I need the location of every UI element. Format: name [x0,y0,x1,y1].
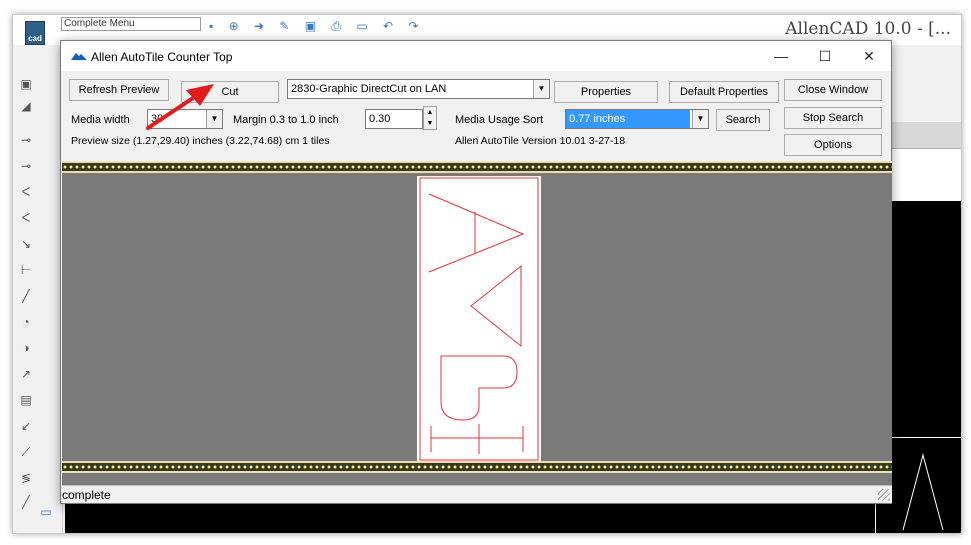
side-panel [889,122,961,148]
quick-access-toolbar-icons[interactable]: ▪ ⊕ ➜ ✎ ▣ ⎙ ▭ ↶ ↷ [209,19,424,34]
preview-tile [417,176,541,462]
app-logo-icon: cad [25,21,45,45]
tool-icon[interactable]: ≶ [19,471,33,485]
cut-button[interactable]: Cut [181,81,279,103]
tool-icon[interactable]: ▤ [19,393,33,407]
menu-combo[interactable]: Complete Menu [61,17,201,31]
spin-down-icon[interactable]: ▼ [424,118,436,129]
margin-input[interactable]: 0.30 [365,109,423,129]
margin-value: 0.30 [369,113,391,125]
media-usage-sort-label: Media Usage Sort [455,114,544,126]
media-width-select[interactable]: 30 ▼ [147,109,223,129]
search-button[interactable]: Search [716,109,770,131]
tool-icon[interactable]: ⊸ [19,133,33,147]
tool-icon[interactable]: ᐸ [19,211,33,225]
canvas-drawing [902,453,944,531]
spin-up-icon[interactable]: ▲ [424,107,436,118]
tool-icon[interactable]: ▭ [39,505,53,519]
tool-icon[interactable]: ╱ [19,495,33,509]
refresh-preview-button[interactable]: Refresh Preview [69,79,169,101]
close-window-button[interactable]: Close Window [784,79,882,101]
close-button[interactable]: ✕ [849,43,889,69]
dialog-title: Allen AutoTile Counter Top [91,50,233,64]
tool-icon[interactable]: ↘ [19,237,33,251]
left-toolbox: ▣ ◢ ⊸ ⊸ ᐸ ᐸ ↘ ⊢ ╱ ◔ ◑ ↗ ▤ ↙ ⟋ ≶ ╱ ▭ [13,75,63,533]
dropdown-arrow-icon[interactable]: ▼ [533,80,549,98]
cut-outline-graphic [419,177,539,461]
tool-icon[interactable]: ⟋ [19,445,33,459]
media-width-value: 30 [151,113,164,125]
maximize-button[interactable]: ☐ [805,43,845,69]
tool-icon[interactable]: ╱ [19,289,33,303]
status-bar: complete [62,485,892,503]
tool-icon[interactable]: ◢ [19,99,33,113]
minimize-button[interactable]: — [761,43,801,69]
tool-icon[interactable]: ᐸ [19,185,33,199]
tool-icon[interactable]: ↗ [19,367,33,381]
autotile-icon [71,53,87,60]
tool-icon[interactable]: ◔ [19,315,33,329]
margin-label: Margin 0.3 to 1.0 inch [233,114,339,126]
tool-icon[interactable]: ↙ [19,419,33,433]
dropdown-arrow-icon[interactable]: ▼ [206,110,222,128]
tool-icon[interactable]: ◑ [19,341,33,355]
default-properties-button[interactable]: Default Properties [669,81,779,103]
preview-size-text: Preview size (1.27,29.40) inches (3.22,7… [71,135,330,147]
media-usage-sort-select[interactable]: 0.77 inches ▼ [565,109,709,129]
version-text: Allen AutoTile Version 10.01 3-27-18 [455,135,626,147]
media-width-label: Media width [71,114,130,126]
options-button[interactable]: Options [784,134,882,156]
side-panel-white [889,148,961,202]
app-title: AllenCAD 10.0 - [... [785,19,951,39]
tool-icon[interactable]: ▣ [19,77,33,91]
dropdown-arrow-icon[interactable]: ▼ [692,110,708,128]
resize-grip-icon[interactable] [878,489,890,501]
media-strip-top [62,161,892,173]
tool-icon[interactable]: ⊢ [19,263,33,277]
dialog-titlebar: Allen AutoTile Counter Top — ☐ ✕ [61,41,891,71]
stop-search-button[interactable]: Stop Search [784,107,882,129]
device-select-value: 2830-Graphic DirectCut on LAN [291,83,447,95]
media-strip-bottom [62,461,892,473]
margin-spinner[interactable]: ▲ ▼ [423,106,437,130]
media-usage-sort-value: 0.77 inches [566,110,690,128]
tool-icon[interactable]: ⊸ [19,159,33,173]
status-text: complete [62,488,111,502]
autotile-dialog: Allen AutoTile Counter Top — ☐ ✕ Refresh… [60,40,892,504]
properties-button[interactable]: Properties [554,81,658,103]
preview-area[interactable] [62,161,892,485]
device-select[interactable]: 2830-Graphic DirectCut on LAN ▼ [287,79,550,99]
screen: cad Complete Menu ▪ ⊕ ➜ ✎ ▣ ⎙ ▭ ↶ ↷ Alle… [0,0,971,545]
